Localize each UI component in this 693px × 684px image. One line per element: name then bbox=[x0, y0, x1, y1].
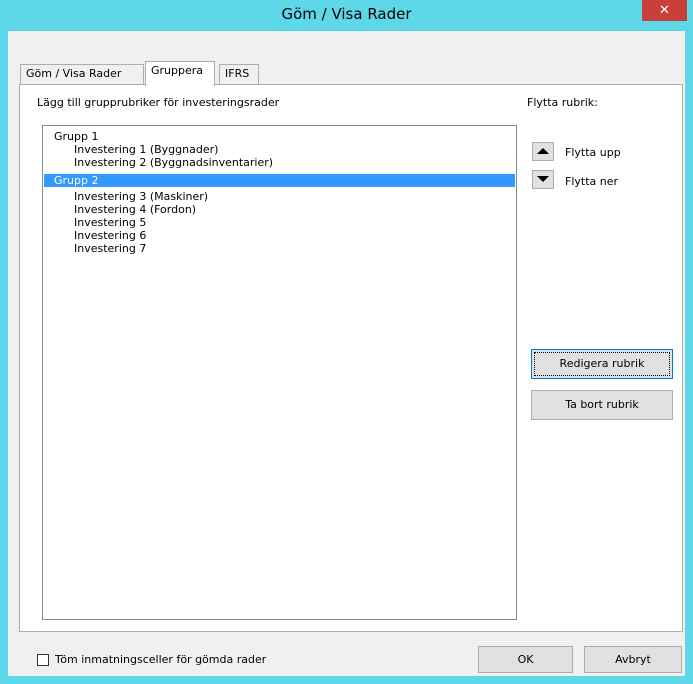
group-list[interactable]: Grupp 1 Investering 1 (Byggnader) Invest… bbox=[42, 125, 517, 620]
move-up-button[interactable] bbox=[532, 142, 554, 161]
move-down-button[interactable] bbox=[532, 170, 554, 189]
list-item[interactable]: Investering 2 (Byggnadsinventarier) bbox=[44, 156, 515, 169]
tab-hide-show-rows[interactable]: Göm / Visa Rader bbox=[20, 64, 144, 84]
list-item[interactable]: Investering 1 (Byggnader) bbox=[44, 143, 515, 156]
list-item[interactable]: Investering 6 bbox=[44, 229, 515, 242]
ok-button[interactable]: OK bbox=[478, 646, 573, 673]
move-heading-caption: Flytta rubrik: bbox=[527, 96, 598, 109]
list-item[interactable]: Investering 3 (Maskiner) bbox=[44, 190, 515, 203]
clear-input-cells-checkbox[interactable] bbox=[37, 654, 49, 666]
edit-heading-button[interactable]: Redigera rubrik bbox=[531, 349, 673, 379]
cancel-button[interactable]: Avbryt bbox=[584, 646, 682, 673]
list-caption: Lägg till grupprubriker för investerings… bbox=[37, 96, 280, 109]
clear-input-cells-label: Töm inmatningsceller för gömda rader bbox=[55, 653, 267, 666]
arrow-up-icon bbox=[537, 148, 549, 154]
list-item-selected[interactable]: Grupp 2 bbox=[44, 174, 515, 187]
list-item[interactable]: Investering 5 bbox=[44, 216, 515, 229]
close-button[interactable]: ✕ bbox=[642, 0, 687, 21]
move-down-label: Flytta ner bbox=[565, 175, 619, 188]
title-bar[interactable]: Göm / Visa Rader ✕ bbox=[0, 0, 693, 30]
tab-ifrs[interactable]: IFRS bbox=[219, 64, 259, 84]
list-item[interactable]: Investering 7 bbox=[44, 242, 515, 255]
move-up-label: Flytta upp bbox=[565, 146, 621, 159]
tab-group[interactable]: Gruppera bbox=[145, 61, 215, 86]
edit-heading-label: Redigera rubrik bbox=[559, 357, 645, 370]
arrow-down-icon bbox=[537, 176, 549, 182]
list-item[interactable]: Grupp 1 bbox=[44, 130, 515, 143]
window-title: Göm / Visa Rader bbox=[281, 5, 412, 23]
dialog-window: Göm / Visa Rader ✕ Göm / Visa Rader Grup… bbox=[0, 0, 693, 684]
delete-heading-button[interactable]: Ta bort rubrik bbox=[531, 390, 673, 420]
list-item[interactable]: Investering 4 (Fordon) bbox=[44, 203, 515, 216]
